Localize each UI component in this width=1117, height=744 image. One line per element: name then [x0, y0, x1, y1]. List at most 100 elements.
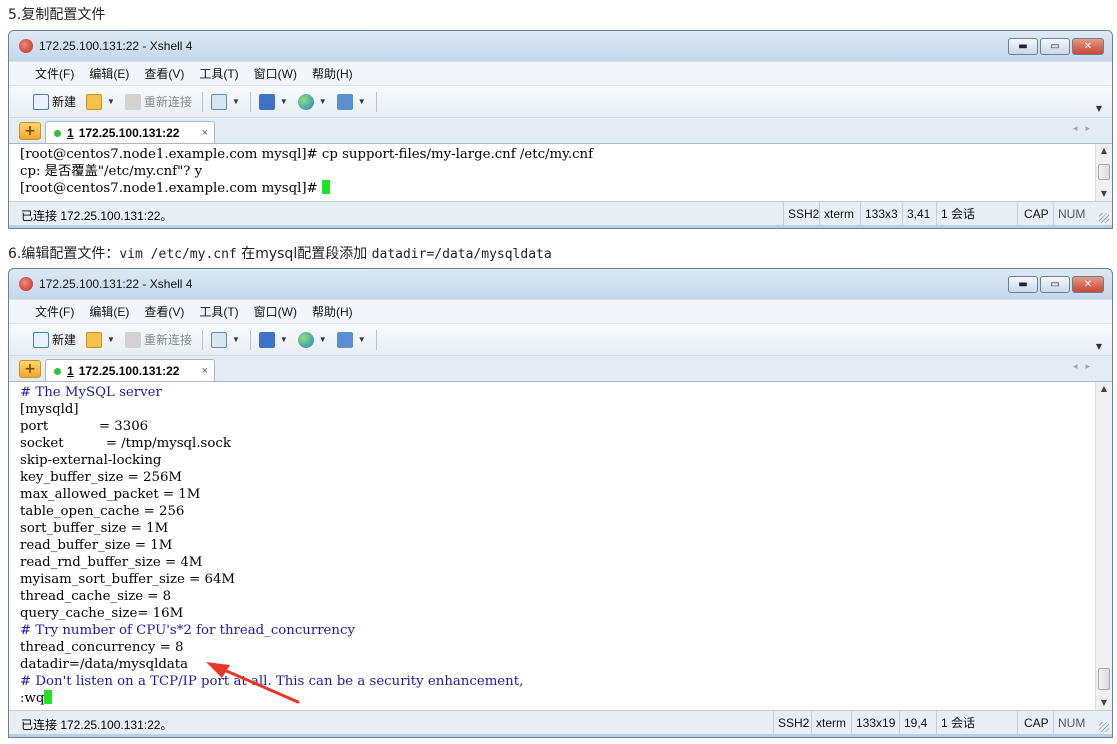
resize-grip-icon[interactable]: [1099, 722, 1109, 732]
reconnect-button[interactable]: 重新连接: [124, 93, 192, 110]
minimize-button[interactable]: ▬: [1008, 276, 1038, 293]
properties-icon: [210, 331, 227, 348]
new-tab-button[interactable]: +: [19, 360, 41, 378]
title-bar[interactable]: 172.25.100.131:22 - Xshell 4 ▬ ▭ ✕: [9, 269, 1112, 299]
title-bar[interactable]: 172.25.100.131:22 - Xshell 4 ▬ ▭ ✕: [9, 31, 1112, 61]
tab-index: 1: [67, 364, 74, 378]
close-button[interactable]: ✕: [1072, 276, 1104, 293]
terminal-line: # The MySQL server: [20, 384, 1112, 401]
terminal-line: query_cache_size= 16M: [20, 605, 1112, 622]
globe-button[interactable]: ▼: [297, 93, 327, 110]
scroll-thumb[interactable]: [1098, 668, 1110, 690]
status-position: 3,41: [902, 202, 934, 226]
menu-help[interactable]: 帮助(H): [312, 303, 353, 320]
terminal-line-text: datadir=/data/mysqldata: [20, 657, 189, 672]
status-num: NUM: [1053, 711, 1089, 735]
menu-edit[interactable]: 编辑(E): [89, 303, 129, 320]
restore-button[interactable]: ▭: [1040, 38, 1070, 55]
restore-button[interactable]: ▭: [1040, 276, 1070, 293]
status-bar: 已连接 172.25.100.131:22。 SSH2 xterm 133x3 …: [9, 201, 1112, 226]
menu-view[interactable]: 查看(V): [144, 303, 184, 320]
open-button[interactable]: ▼: [86, 331, 115, 348]
status-size: 133x3: [860, 202, 902, 226]
status-term: xterm: [811, 711, 850, 735]
scroll-thumb[interactable]: [1098, 164, 1110, 180]
new-tab-button[interactable]: +: [19, 122, 41, 140]
status-cap: CAP: [1017, 202, 1053, 226]
step5-title: 5.复制配置文件: [8, 4, 105, 24]
connection-status: 已连接 172.25.100.131:22。: [21, 718, 173, 732]
step6-number: 6.: [8, 246, 22, 262]
step6-text: 编辑配置文件：: [21, 246, 120, 262]
step5-number: 5.: [8, 7, 22, 23]
menu-file[interactable]: 文件(F): [35, 65, 74, 82]
menu-bar: 文件(F) 编辑(E) 查看(V) 工具(T) 窗口(W) 帮助(H): [9, 61, 1112, 85]
transfer-button[interactable]: ▼: [258, 93, 288, 110]
terminal-area[interactable]: # The MySQL server [mysqld] port = 3306 soc…: [9, 381, 1112, 710]
scroll-down-icon[interactable]: ▼: [1096, 696, 1112, 710]
scroll-down-icon[interactable]: ▼: [1096, 187, 1112, 201]
resize-grip-icon[interactable]: [1099, 213, 1109, 223]
properties-button[interactable]: ▼: [210, 93, 240, 110]
step6-middle: 在mysql配置段添加: [241, 246, 368, 262]
terminal-line: cp: 是否覆盖"/etc/my.cnf"? y: [20, 163, 1112, 180]
toolbar-overflow-icon[interactable]: ▼: [1096, 104, 1102, 113]
terminal-line: [root@centos7.node1.example.com mysql]# …: [20, 146, 1112, 163]
terminal-line-text: key_buffer_size = 256M: [20, 470, 183, 485]
minimize-button[interactable]: ▬: [1008, 38, 1038, 55]
tab-close-icon[interactable]: ×: [202, 127, 208, 139]
reconnect-button[interactable]: 重新连接: [124, 331, 192, 348]
step6-title: 6.编辑配置文件：vim /etc/my.cnf 在mysql配置段添加 dat…: [8, 243, 552, 263]
session-tab[interactable]: 1 172.25.100.131:22 ×: [45, 359, 215, 382]
scroll-up-icon[interactable]: ▲: [1096, 144, 1112, 158]
tab-scroll-arrows[interactable]: ◂▸: [1073, 362, 1098, 372]
scroll-up-icon[interactable]: ▲: [1096, 382, 1112, 396]
vertical-scrollbar[interactable]: ▲ ▼: [1095, 144, 1112, 201]
globe-button[interactable]: ▼: [297, 331, 327, 348]
terminal-line: skip-external-locking: [20, 452, 1112, 469]
session-tab[interactable]: 1 172.25.100.131:22 ×: [45, 121, 215, 144]
font-icon: [336, 93, 353, 110]
status-protocol: SSH2: [773, 711, 813, 735]
terminal-line: port = 3306: [20, 418, 1112, 435]
tab-scroll-arrows[interactable]: ◂▸: [1073, 124, 1098, 134]
new-session-button[interactable]: 新建: [33, 93, 76, 110]
vertical-scrollbar[interactable]: ▲ ▼: [1095, 382, 1112, 710]
terminal-line-text: cp: 是否覆盖"/etc/my.cnf"? y: [20, 164, 203, 179]
menu-window[interactable]: 窗口(W): [254, 65, 297, 82]
new-session-button[interactable]: 新建: [33, 331, 76, 348]
terminal-line-text: max_allowed_packet = 1M: [20, 487, 201, 502]
close-button[interactable]: ✕: [1072, 38, 1104, 55]
terminal-line: thread_cache_size = 8: [20, 588, 1112, 605]
terminal-line-text: thread_cache_size = 8: [20, 589, 172, 604]
open-button[interactable]: ▼: [86, 93, 115, 110]
menu-file[interactable]: 文件(F): [35, 303, 74, 320]
menu-edit[interactable]: 编辑(E): [89, 65, 129, 82]
status-sessions: 1 会话: [936, 711, 979, 735]
xshell-logo-icon: [19, 277, 33, 291]
menu-window[interactable]: 窗口(W): [254, 303, 297, 320]
tab-close-icon[interactable]: ×: [202, 365, 208, 377]
reconnect-icon: [124, 331, 141, 348]
terminal-output: [root@centos7.node1.example.com mysql]# …: [9, 144, 1112, 197]
terminal-line-text: [mysqld]: [20, 402, 79, 417]
toolbar-overflow-icon[interactable]: ▼: [1096, 342, 1102, 351]
reconnect-label: 重新连接: [143, 95, 192, 109]
font-button[interactable]: ▼: [336, 331, 366, 348]
terminal-line: key_buffer_size = 256M: [20, 469, 1112, 486]
menu-tools[interactable]: 工具(T): [199, 303, 238, 320]
toolbar: 新建 ▼ 重新连接 ▼ ▼ ▼ ▼ ▼: [9, 85, 1112, 117]
menu-help[interactable]: 帮助(H): [312, 65, 353, 82]
menu-view[interactable]: 查看(V): [144, 65, 184, 82]
tab-label: 172.25.100.131:22: [78, 126, 180, 140]
menu-tools[interactable]: 工具(T): [199, 65, 238, 82]
globe-icon: [297, 331, 314, 348]
terminal-line-text: [root@centos7.node1.example.com mysql]# …: [20, 147, 594, 162]
properties-button[interactable]: ▼: [210, 331, 240, 348]
connection-status: 已连接 172.25.100.131:22。: [21, 209, 173, 223]
font-button[interactable]: ▼: [336, 93, 366, 110]
status-num: NUM: [1053, 202, 1089, 226]
terminal-area[interactable]: [root@centos7.node1.example.com mysql]# …: [9, 143, 1112, 201]
transfer-button[interactable]: ▼: [258, 331, 288, 348]
properties-icon: [210, 93, 227, 110]
